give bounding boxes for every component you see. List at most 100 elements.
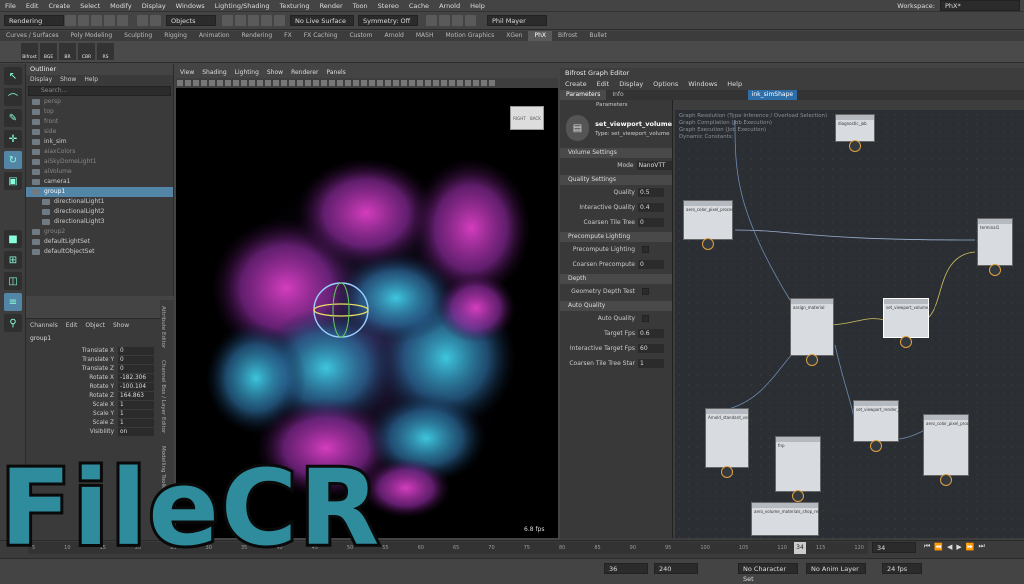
current-frame-marker[interactable]: 34 (794, 542, 806, 554)
snap-view-icon[interactable] (261, 15, 272, 26)
move-tool-icon[interactable]: ✛ (4, 130, 22, 148)
viewport-toolbar-icon[interactable] (249, 80, 255, 86)
viewport-toolbar-icon[interactable] (489, 80, 495, 86)
workspace-select[interactable]: PhX* (940, 0, 1020, 11)
live-surface-field[interactable]: No Live Surface (290, 15, 354, 26)
selection-mask-select[interactable]: Objects (166, 15, 216, 26)
parameter-value[interactable]: NanoVTT (636, 161, 672, 170)
menu-item-display[interactable]: Display (137, 0, 171, 12)
viewport-toolbar-icon[interactable] (305, 80, 311, 86)
channel-menu-channels[interactable]: Channels (26, 321, 62, 331)
step-back-icon[interactable]: ⏪ (934, 543, 943, 551)
parameter-section-header[interactable]: Volume Settings (560, 148, 672, 158)
menu-item-create[interactable]: Create (43, 0, 75, 12)
select-object-icon[interactable] (150, 15, 161, 26)
outliner-item[interactable]: side (26, 127, 173, 137)
open-scene-icon[interactable] (78, 15, 89, 26)
viewport-toolbar-icon[interactable] (289, 80, 295, 86)
character-set-select[interactable]: No Character Set (738, 563, 798, 583)
menu-item-cache[interactable]: Cache (404, 0, 434, 12)
outliner-item[interactable]: persp (26, 97, 173, 107)
graph-node-shop-render[interactable]: aero_volume_materials_shop_render_proper… (751, 502, 852, 536)
user-account-button[interactable]: Phil Mayer (487, 15, 547, 26)
scale-tool-icon[interactable]: ▣ (4, 172, 22, 190)
menu-item-arnold[interactable]: Arnold (434, 0, 465, 12)
bifrost-menu-display[interactable]: Display (614, 79, 648, 90)
shelf-tab-bullet[interactable]: Bullet (583, 31, 612, 41)
shelf-tab-motiongraphics[interactable]: Motion Graphics (439, 31, 500, 41)
viewport-toolbar-icon[interactable] (337, 80, 343, 86)
play-icon[interactable]: ▶ (956, 543, 961, 551)
outliner-item[interactable]: top (26, 107, 173, 117)
viewport-toolbar-icon[interactable] (401, 80, 407, 86)
parameter-section-header[interactable]: Quality Settings (560, 175, 672, 185)
parameter-value[interactable]: 0 (638, 218, 664, 227)
go-start-icon[interactable]: ⏮ (924, 542, 930, 551)
outliner-item[interactable]: group1 (26, 187, 173, 197)
shelf-tab-fx[interactable]: FX (278, 31, 298, 41)
viewport-toolbar-icon[interactable] (409, 80, 415, 86)
viewport-toolbar-icon[interactable] (321, 80, 327, 86)
outliner-item[interactable]: defaultLightSet (26, 237, 173, 247)
viewport-menu-lighting[interactable]: Lighting (231, 68, 263, 78)
render-settings-icon[interactable] (452, 15, 463, 26)
outliner-item[interactable]: directionalLight1 (26, 197, 173, 207)
viewport-toolbar-icon[interactable] (225, 80, 231, 86)
bifrost-menu-edit[interactable]: Edit (592, 79, 615, 90)
graph-node-color-process[interactable]: aero_color_pixel_process (683, 200, 736, 250)
menu-set-select[interactable]: Rendering (4, 15, 64, 26)
viewport-toolbar-icon[interactable] (201, 80, 207, 86)
outliner-item[interactable]: directionalLight3 (26, 217, 173, 227)
outliner-menu-show[interactable]: Show (56, 75, 80, 85)
tab-info[interactable]: Info (606, 90, 629, 100)
shelf-tab-xgen[interactable]: XGen (500, 31, 528, 41)
rotate-tool-icon[interactable]: ↻ (4, 151, 22, 169)
shelf-tab-arnold[interactable]: Arnold (378, 31, 409, 41)
select-hierarchy-icon[interactable] (137, 15, 148, 26)
shelf-button-rs[interactable]: RS (97, 43, 114, 60)
anim-layer-select[interactable]: No Anim Layer (806, 563, 866, 574)
range-start-field[interactable]: 36 (604, 563, 648, 574)
viewport-toolbar-icon[interactable] (457, 80, 463, 86)
menu-item-select[interactable]: Select (75, 0, 105, 12)
shelf-tab-phx[interactable]: PhX (528, 31, 553, 41)
viewport-toolbar-icon[interactable] (193, 80, 199, 86)
outliner-item[interactable]: front (26, 117, 173, 127)
layout-two-icon[interactable]: ◫ (4, 272, 22, 290)
viewport-toolbar-icon[interactable] (377, 80, 383, 86)
play-back-icon[interactable]: ◀ (947, 543, 952, 551)
viewport-toolbar-icon[interactable] (209, 80, 215, 86)
parameter-value[interactable]: 0.4 (638, 203, 664, 212)
parameter-checkbox[interactable] (642, 246, 649, 253)
bifrost-menu-help[interactable]: Help (722, 79, 747, 90)
channel-attribute-value[interactable]: -100.104 (118, 382, 154, 391)
parameter-value[interactable]: 0.6 (638, 329, 664, 338)
viewport-toolbar-icon[interactable] (313, 80, 319, 86)
viewport-toolbar-icon[interactable] (233, 80, 239, 86)
bifrost-menu-options[interactable]: Options (648, 79, 683, 90)
viewport-menu-renderer[interactable]: Renderer (287, 68, 322, 78)
parameter-value[interactable]: 1 (638, 359, 664, 368)
outliner-search-input[interactable]: Search... (28, 86, 171, 96)
render-current-icon[interactable] (426, 15, 437, 26)
viewport-toolbar-icon[interactable] (393, 80, 399, 86)
shelf-tab-sculpting[interactable]: Sculpting (118, 31, 158, 41)
channel-menu-show[interactable]: Show (109, 321, 133, 331)
viewport-toolbar-icon[interactable] (361, 80, 367, 86)
lasso-tool-icon[interactable]: ⌒ (4, 88, 22, 106)
viewport-toolbar-icon[interactable] (433, 80, 439, 86)
shelf-tab-curvessurfaces[interactable]: Curves / Surfaces (0, 31, 65, 41)
save-scene-icon[interactable] (91, 15, 102, 26)
new-scene-icon[interactable] (65, 15, 76, 26)
shelf-button-cbr[interactable]: CBR (78, 43, 95, 60)
graph-node-volume-mat[interactable]: Arnold_standard_volume_mat (705, 408, 767, 478)
shelf-button-bifrost[interactable]: Bifrost (21, 43, 38, 60)
viewport-toolbar-icon[interactable] (473, 80, 479, 86)
outliner-item[interactable]: camera1 (26, 177, 173, 187)
menu-item-lightingshading[interactable]: Lighting/Shading (210, 0, 275, 12)
graph-node-set-viewport-volume[interactable]: set_viewport_volume_settings (883, 298, 946, 348)
menu-item-render[interactable]: Render (315, 0, 348, 12)
outliner-menu-display[interactable]: Display (26, 75, 56, 85)
ipr-render-icon[interactable] (439, 15, 450, 26)
shelf-tab-bifrost[interactable]: Bifrost (552, 31, 583, 41)
